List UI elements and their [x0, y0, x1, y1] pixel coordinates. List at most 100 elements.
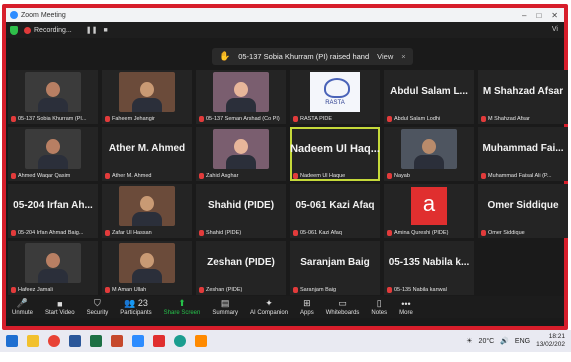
participant-display-name: 05-204 Irfan Ah... [13, 200, 93, 211]
participant-tile[interactable]: Nayab [384, 127, 474, 181]
participant-tile[interactable]: Hafeez Jamali [8, 241, 98, 295]
participant-name-label: 05-135 Nabila kanwal [387, 287, 447, 293]
summary-button[interactable]: ▤ Summary [212, 298, 238, 316]
more-icon: ••• [401, 299, 411, 309]
participant-silhouette [132, 253, 162, 283]
participant-tile[interactable]: 05-137 Sobia Khurram (PI... [8, 70, 98, 124]
system-tray: ☀ 20°C 🔊 ENG 18:21 13/02/202 [466, 333, 565, 349]
muted-mic-icon [105, 287, 110, 293]
participant-silhouette [38, 82, 68, 112]
participant-tile[interactable]: M Aman Ullah [102, 241, 192, 295]
participant-silhouette [414, 139, 444, 169]
participant-tile[interactable]: Shahid (PIDE) Shahid (PIDE) [196, 184, 286, 238]
more-button[interactable]: ••• More [399, 299, 413, 316]
participant-name-label: Nayab [387, 173, 410, 179]
weather-icon: ☀ [466, 338, 473, 345]
recording-label: Recording... [34, 26, 72, 34]
participant-display-name: Abdul Salam L... [390, 86, 468, 97]
participant-tile[interactable]: 05-137 Seman Arshad (Co PI) [196, 70, 286, 124]
edge-icon[interactable] [174, 335, 186, 347]
participant-tile[interactable]: Zeshan (PIDE) Zeshan (PIDE) [196, 241, 286, 295]
pdf-icon[interactable] [153, 335, 165, 347]
participant-name-label: Muhammad Faisal Ali (P... [481, 173, 551, 179]
participant-tile[interactable]: 05-135 Nabila k... 05-135 Nabila kanwal [384, 241, 474, 295]
security-button[interactable]: ⛉ Security [87, 298, 109, 316]
participant-silhouette [226, 139, 256, 169]
participant-silhouette [132, 82, 162, 112]
chrome-icon[interactable] [48, 335, 60, 347]
participant-tile[interactable]: a Amina Qureshi (PIDE) [384, 184, 474, 238]
participant-tile[interactable]: Nadeem Ul Haq... Nadeem Ul Haque [290, 127, 380, 181]
participant-tile[interactable]: Zafar Ul Hassan [102, 184, 192, 238]
participant-tile[interactable]: Omer Siddique Omer Siddique [478, 184, 568, 238]
word-icon[interactable] [69, 335, 81, 347]
participant-name-label: 05-061 Kazi Afaq [293, 230, 342, 236]
participant-tile[interactable]: Ahmed Waqar Qasim [8, 127, 98, 181]
notes-button[interactable]: ▯ Notes [371, 298, 387, 316]
muted-mic-icon [481, 116, 486, 122]
participant-video [213, 72, 269, 112]
participant-tile[interactable]: RASTA RASTA PIDE [290, 70, 380, 124]
view-menu-button[interactable]: Vi [552, 26, 558, 33]
file-explorer-icon[interactable] [27, 335, 39, 347]
excel-icon[interactable] [90, 335, 102, 347]
participant-tile[interactable]: Ather M. Ahmed Ather M. Ahmed [102, 127, 192, 181]
participant-display-name: M Shahzad Afsar [482, 86, 564, 97]
participant-tile[interactable]: Faheem Jehangir [102, 70, 192, 124]
participant-silhouette [38, 253, 68, 283]
participant-name-label: Ahmed Waqar Qasim [11, 173, 70, 179]
participant-tile[interactable]: Muhammad Fai... Muhammad Faisal Ali (P... [478, 127, 568, 181]
volume-icon[interactable]: 🔊 [500, 337, 509, 345]
participant-display-name: Zeshan (PIDE) [207, 257, 275, 268]
participant-name-label: M Shahzad Afsar [481, 116, 530, 122]
meeting-toolbar: 🎤 Unmute ■ Start Video ⛉ Security 👥 23 Parti… [6, 296, 564, 318]
share-screen-button[interactable]: ⬆ Share Screen [164, 298, 201, 316]
participants-button[interactable]: 👥 23 Participants [120, 298, 151, 316]
muted-mic-icon [199, 116, 204, 122]
apps-button[interactable]: ⊞ Apps [300, 298, 314, 316]
stop-recording-button[interactable]: ■ [103, 27, 107, 34]
participant-tile[interactable]: 05-204 Irfan Ah... 05-204 Irfan Ahmad Bai… [8, 184, 98, 238]
muted-mic-icon [293, 230, 298, 236]
language-indicator[interactable]: ENG [515, 338, 530, 345]
participant-tile[interactable]: Abdul Salam L... Abdul Salam Lodhi [384, 70, 474, 124]
muted-mic-icon [105, 173, 110, 179]
sparkle-icon: ✦ [265, 298, 273, 308]
whiteboards-button[interactable]: ▭ Whiteboards [326, 298, 360, 316]
powerpoint-icon[interactable] [111, 335, 123, 347]
recording-dot-icon [24, 26, 31, 34]
shield-icon[interactable] [10, 25, 18, 35]
participant-tile[interactable]: 05-061 Kazi Afaq 05-061 Kazi Afaq [290, 184, 380, 238]
close-window-icon[interactable]: ✕ [551, 11, 558, 20]
participant-tile[interactable]: Zahid Asghar [196, 127, 286, 181]
start-video-button[interactable]: ■ Start Video [45, 299, 75, 316]
zoom-taskbar-icon[interactable] [132, 335, 144, 347]
participant-name-label: Ather M. Ahmed [105, 173, 151, 179]
clock[interactable]: 18:21 13/02/202 [536, 333, 565, 349]
minimize-icon[interactable]: – [522, 11, 526, 20]
rasta-logo-icon: RASTA [310, 72, 360, 112]
participant-name-label: Zafar Ul Hassan [105, 230, 152, 236]
participant-tile[interactable]: Saranjam Baig Saranjam Baig [290, 241, 380, 295]
dismiss-notification-button[interactable]: × [401, 52, 405, 61]
start-menu-icon[interactable] [6, 335, 18, 347]
participant-tile[interactable]: M Shahzad Afsar M Shahzad Afsar [478, 70, 568, 124]
participant-display-name: Omer Siddique [487, 200, 559, 211]
media-icon[interactable] [195, 335, 207, 347]
raised-hand-notification: ✋ 05-137 Sobia Khurram (PI) raised hand … [212, 48, 413, 65]
notification-text: 05-137 Sobia Khurram (PI) raised hand [238, 52, 370, 61]
window-titlebar: Zoom Meeting – □ ✕ [6, 8, 564, 22]
whiteboard-icon: ▭ [338, 298, 347, 308]
windows-taskbar: ☀ 20°C 🔊 ENG 18:21 13/02/202 [0, 330, 571, 352]
gallery-grid: 05-137 Sobia Khurram (PI... Faheem Jehang… [8, 70, 568, 296]
view-notification-button[interactable]: View [377, 52, 393, 61]
ai-companion-button[interactable]: ✦ AI Companion [250, 298, 288, 316]
unmute-button[interactable]: 🎤 Unmute [12, 298, 33, 316]
maximize-icon[interactable]: □ [536, 11, 541, 20]
participant-name-label: 05-204 Irfan Ahmad Baig... [11, 230, 83, 236]
participant-name-label: Shahid (PIDE) [199, 230, 241, 236]
muted-mic-icon [11, 116, 16, 122]
muted-mic-icon [11, 287, 16, 293]
pause-recording-button[interactable]: ❚❚ [86, 26, 98, 34]
muted-mic-icon [387, 116, 392, 122]
